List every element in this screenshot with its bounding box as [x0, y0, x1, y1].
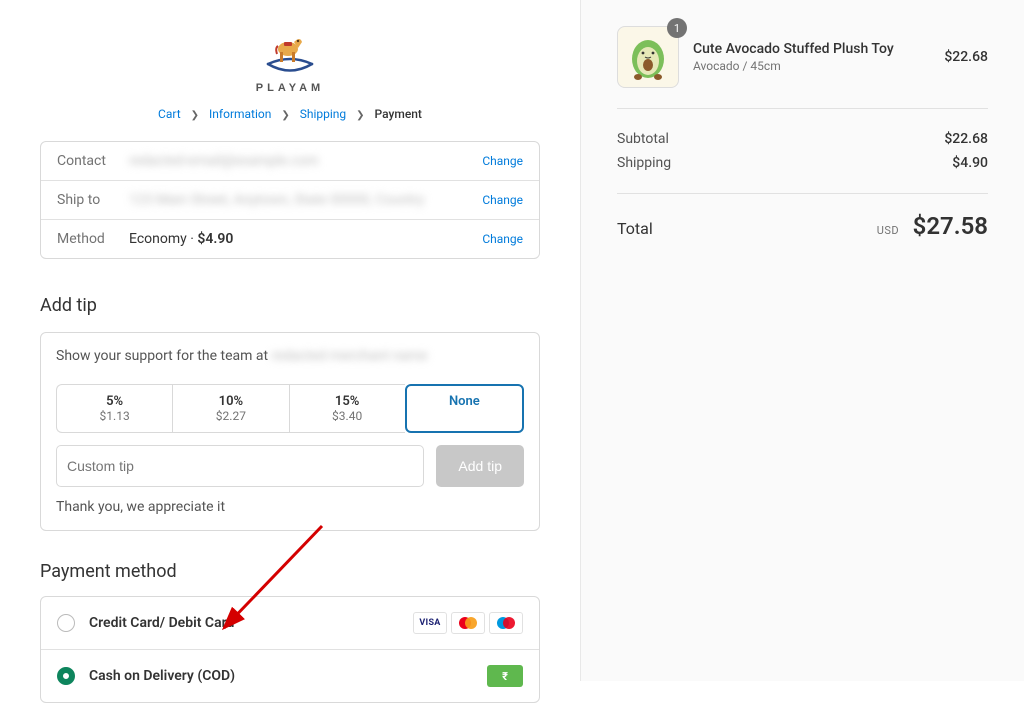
- tip-section-title: Add tip: [40, 295, 540, 316]
- payment-section-title: Payment method: [40, 561, 540, 582]
- radio-unchecked-icon: [57, 614, 75, 632]
- cod-badge-icon: ₹: [487, 665, 523, 687]
- chevron-icon: ❯: [356, 110, 364, 121]
- checkout-main: PLAYAM Cart ❯ Information ❯ Shipping ❯ P…: [0, 0, 580, 681]
- shipping-line: Shipping $4.90: [617, 151, 988, 175]
- method-value: Economy · $4.90: [129, 231, 482, 247]
- mastercard-icon: [451, 612, 485, 634]
- cod-option-label: Cash on Delivery (COD): [89, 668, 487, 684]
- review-info-box: Contact redacted-email@example.com Chang…: [40, 141, 540, 259]
- product-name: Cute Avocado Stuffed Plush Toy: [693, 41, 930, 57]
- change-shipto-link[interactable]: Change: [482, 193, 523, 207]
- brand-logo[interactable]: PLAYAM: [256, 32, 324, 94]
- breadcrumb-cart[interactable]: Cart: [158, 107, 181, 121]
- method-label: Method: [57, 231, 129, 247]
- subtotal-line: Subtotal $22.68: [617, 127, 988, 151]
- tip-option-10[interactable]: 10% $2.27: [172, 384, 288, 433]
- contact-label: Contact: [57, 153, 129, 169]
- payment-option-card[interactable]: Credit Card/ Debit Card VISA: [41, 597, 539, 650]
- custom-tip-input[interactable]: [56, 445, 424, 487]
- method-row: Method Economy · $4.90 Change: [41, 220, 539, 258]
- logo-text: PLAYAM: [256, 82, 324, 94]
- tip-support-text: Show your support for the team at redact…: [56, 348, 524, 364]
- contact-value: redacted-email@example.com: [129, 153, 482, 169]
- order-summary-panel: 1 Cute Avocado Stuffed Plush Toy Avocado…: [580, 0, 1024, 681]
- card-brand-icons: VISA: [413, 612, 523, 634]
- shipping-value: $4.90: [952, 155, 988, 171]
- breadcrumb-information[interactable]: Information: [209, 107, 271, 121]
- total-label: Total: [617, 219, 653, 238]
- tip-option-5[interactable]: 5% $1.13: [56, 384, 172, 433]
- tip-options: 5% $1.13 10% $2.27 15% $3.40 None: [56, 384, 524, 433]
- change-method-link[interactable]: Change: [482, 232, 523, 246]
- rocking-horse-icon: [262, 32, 318, 74]
- chevron-icon: ❯: [281, 110, 289, 121]
- product-price: $22.68: [944, 49, 988, 65]
- total-amount: $27.58: [913, 212, 988, 240]
- payment-method-box: Credit Card/ Debit Card VISA Cash on Del…: [40, 596, 540, 703]
- chevron-icon: ❯: [191, 110, 199, 121]
- tip-option-none[interactable]: None: [405, 384, 524, 433]
- logo-block: PLAYAM: [40, 32, 540, 95]
- subtotal-label: Subtotal: [617, 131, 669, 147]
- quantity-badge: 1: [667, 18, 687, 38]
- shipping-label: Shipping: [617, 155, 671, 171]
- add-tip-button[interactable]: Add tip: [436, 445, 524, 487]
- contact-row: Contact redacted-email@example.com Chang…: [41, 142, 539, 181]
- tip-thanks-text: Thank you, we appreciate it: [56, 499, 524, 515]
- shipto-label: Ship to: [57, 192, 129, 208]
- total-currency: USD: [877, 224, 899, 237]
- product-thumbnail: 1: [617, 26, 679, 88]
- total-line: Total USD $27.58: [617, 194, 988, 240]
- cart-item: 1 Cute Avocado Stuffed Plush Toy Avocado…: [617, 26, 988, 109]
- radio-checked-icon: [57, 667, 75, 685]
- payment-option-cod[interactable]: Cash on Delivery (COD) ₹: [41, 650, 539, 702]
- shipto-value: 123 Main Street, Anytown, State 00000, C…: [129, 192, 482, 208]
- breadcrumb-shipping[interactable]: Shipping: [300, 107, 346, 121]
- card-option-label: Credit Card/ Debit Card: [89, 615, 413, 631]
- breadcrumb-payment: Payment: [375, 107, 422, 121]
- checkout-breadcrumb: Cart ❯ Information ❯ Shipping ❯ Payment: [40, 107, 540, 121]
- visa-icon: VISA: [413, 612, 447, 634]
- subtotal-value: $22.68: [944, 131, 988, 147]
- tip-option-15[interactable]: 15% $3.40: [289, 384, 405, 433]
- product-variant: Avocado / 45cm: [693, 59, 930, 73]
- maestro-icon: [489, 612, 523, 634]
- avocado-plush-icon: [626, 33, 670, 81]
- tip-box: Show your support for the team at redact…: [40, 332, 540, 531]
- summary-block: Subtotal $22.68 Shipping $4.90: [617, 109, 988, 194]
- shipto-row: Ship to 123 Main Street, Anytown, State …: [41, 181, 539, 220]
- change-contact-link[interactable]: Change: [482, 154, 523, 168]
